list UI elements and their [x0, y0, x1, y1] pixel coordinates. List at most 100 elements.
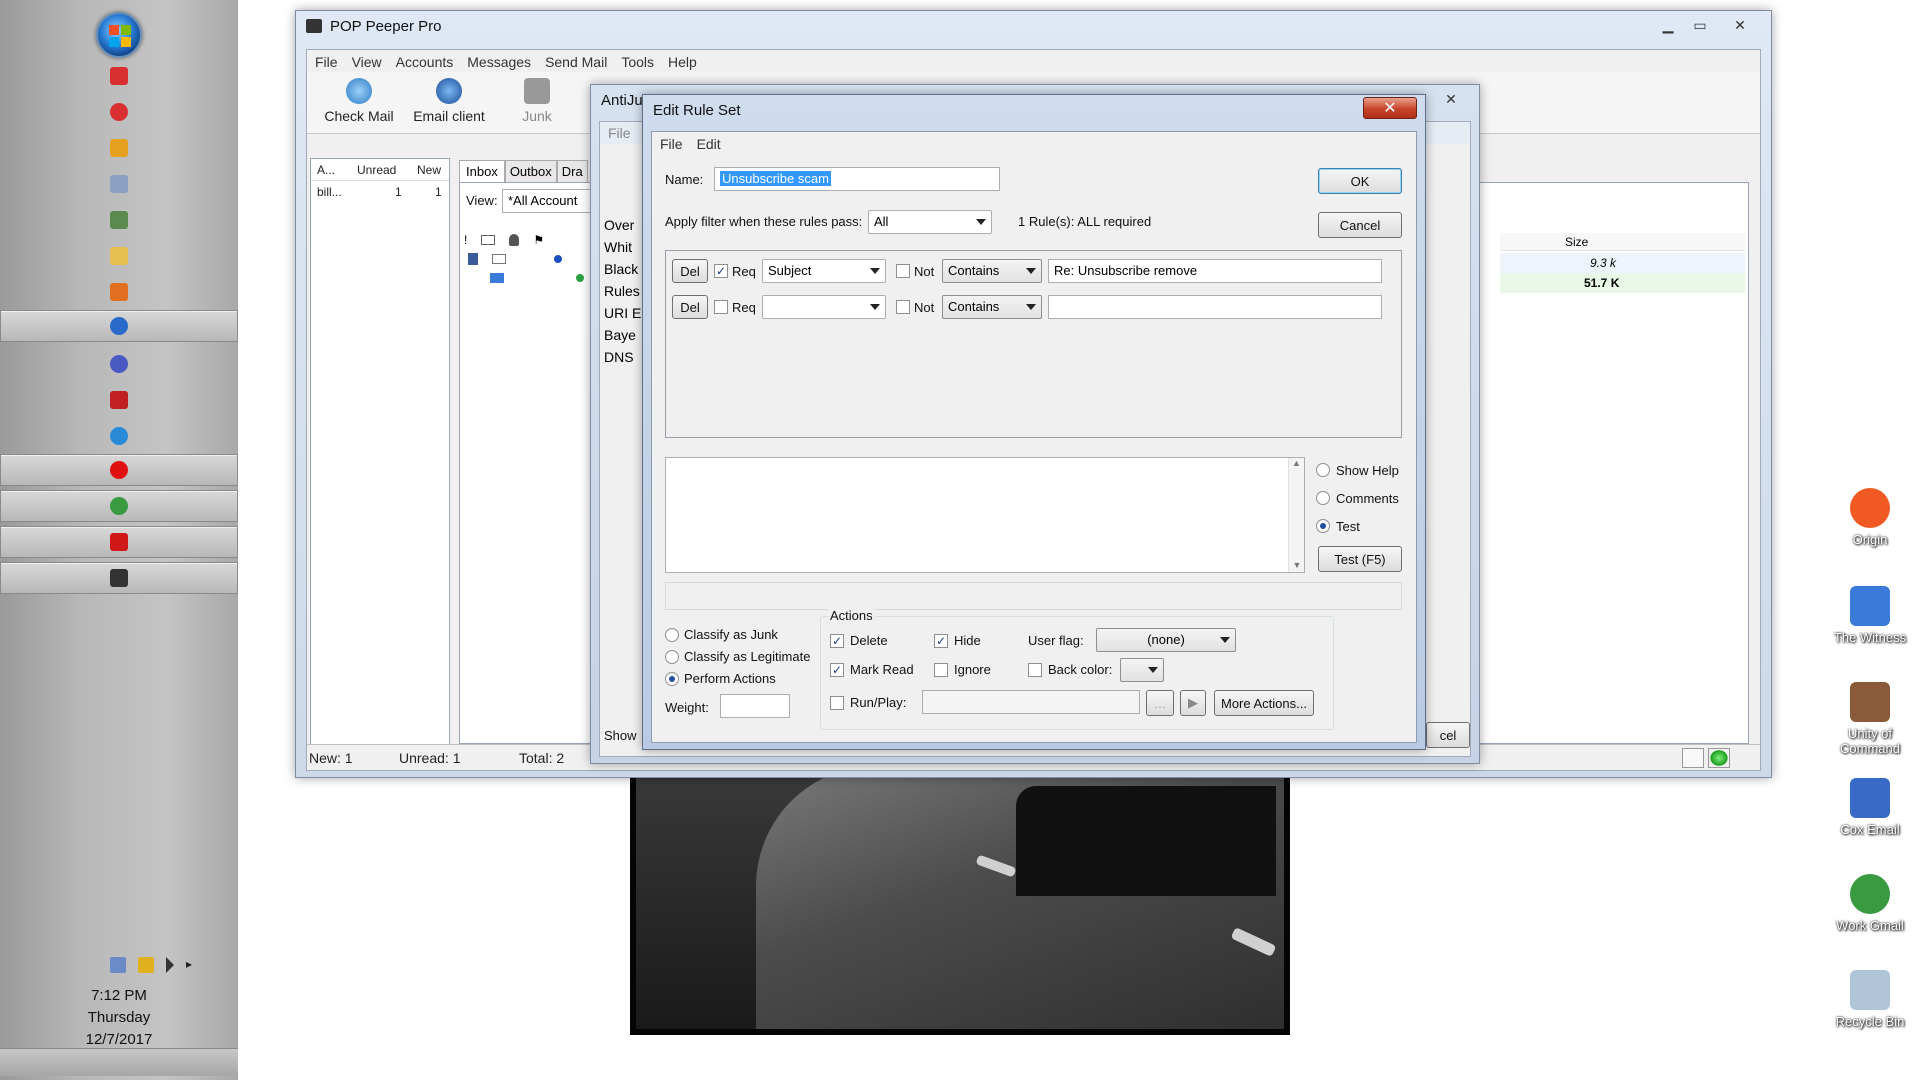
menu-tools[interactable]: Tools	[621, 54, 654, 70]
antijunk-category-item[interactable]: Baye	[604, 324, 644, 346]
menu-accounts[interactable]: Accounts	[396, 54, 454, 70]
account-row[interactable]: bill... 1 1	[311, 181, 449, 203]
desktop-icon-recycle-bin[interactable]: Recycle Bin	[1820, 970, 1920, 1029]
taskbar-item-folder[interactable]	[0, 240, 238, 272]
run-play-input[interactable]	[922, 690, 1140, 714]
rule-req-checkbox[interactable]	[714, 300, 728, 314]
start-button[interactable]	[96, 12, 142, 58]
taskbar-item-opera[interactable]	[0, 454, 238, 486]
minimize-button[interactable]: ▁	[1653, 15, 1683, 35]
antijunk-category-item[interactable]: Black	[604, 258, 644, 280]
back-color-checkbox[interactable]	[1028, 663, 1042, 677]
edit-menu-edit[interactable]: Edit	[697, 136, 721, 152]
rule-field-select[interactable]	[762, 295, 886, 319]
connection-status-icon[interactable]	[1708, 748, 1730, 768]
email-client-button[interactable]: Email client	[407, 78, 491, 124]
clock[interactable]: 7:12 PM Thursday 12/7/2017	[60, 985, 178, 1051]
taskbar-item-media[interactable]	[0, 276, 238, 308]
show-help-radio[interactable]	[1316, 463, 1330, 477]
taskbar-item-shield[interactable]	[0, 96, 238, 128]
unread-col-header[interactable]: Unread	[357, 163, 396, 177]
apply-filter-select[interactable]: All	[868, 210, 992, 234]
taskbar-item-help[interactable]	[0, 348, 238, 380]
perform-actions-radio[interactable]	[665, 672, 679, 686]
classify-junk-radio[interactable]	[665, 628, 679, 642]
antijunk-category-item[interactable]: URI E	[604, 302, 644, 324]
menu-send-mail[interactable]: Send Mail	[545, 54, 607, 70]
junk-button[interactable]: Junk	[517, 78, 557, 124]
message-row-2[interactable]	[490, 273, 584, 283]
new-col-header[interactable]: New	[417, 163, 441, 177]
rule-req-checkbox[interactable]: ✓	[714, 264, 728, 278]
person-icon[interactable]	[509, 234, 520, 246]
run-play-checkbox[interactable]	[830, 696, 844, 710]
help-scrollbar[interactable]: ▲ ▼	[1288, 458, 1304, 572]
ok-button[interactable]: OK	[1318, 168, 1402, 194]
show-desktop-button[interactable]	[0, 1048, 238, 1076]
tray-expand-icon[interactable]: ▸	[186, 957, 202, 973]
more-actions-button[interactable]: More Actions...	[1214, 690, 1314, 716]
delete-checkbox[interactable]: ✓	[830, 634, 844, 648]
flag-icon[interactable]: ⚑	[533, 233, 544, 247]
dialog-close-button[interactable]: ✕	[1363, 97, 1417, 119]
antijunk-cancel-button[interactable]: cel	[1426, 722, 1470, 748]
classify-legit-radio[interactable]	[665, 650, 679, 664]
hide-checkbox[interactable]: ✓	[934, 634, 948, 648]
taskbar-item-pop-peeper[interactable]	[0, 562, 238, 594]
rule-value-input[interactable]	[1048, 295, 1382, 319]
edit-titlebar[interactable]: Edit Rule Set	[643, 95, 1425, 125]
envelope-icon[interactable]	[481, 235, 496, 245]
desktop-icon-origin[interactable]: Origin	[1820, 488, 1920, 547]
desktop-icon-work-gmail[interactable]: Work Gmail	[1820, 874, 1920, 933]
view-select[interactable]: *All Account	[502, 189, 592, 213]
mark-read-checkbox[interactable]: ✓	[830, 663, 844, 677]
test-radio[interactable]	[1316, 519, 1330, 533]
browse-button[interactable]: …	[1146, 690, 1174, 716]
check-mail-button[interactable]: Check Mail	[321, 78, 397, 124]
menu-help[interactable]: Help	[668, 54, 697, 70]
account-col-header[interactable]: A...	[317, 163, 335, 177]
menu-messages[interactable]: Messages	[467, 54, 531, 70]
taskbar-item-pdf[interactable]	[0, 384, 238, 416]
taskbar-item-chart[interactable]	[0, 132, 238, 164]
name-input[interactable]: Unsubscribe scam	[714, 167, 1000, 191]
antijunk-category-item[interactable]: Whit	[604, 236, 644, 258]
rule-delete-button[interactable]: Del	[672, 295, 708, 319]
network-icon[interactable]	[110, 957, 126, 973]
lock-icon[interactable]	[1682, 748, 1704, 768]
taskbar-item-document[interactable]	[0, 168, 238, 200]
taskbar-item-network[interactable]	[0, 204, 238, 236]
priority-icon[interactable]: !	[464, 233, 467, 247]
tab-drafts[interactable]: Dra	[556, 160, 588, 183]
edit-menu-file[interactable]: File	[660, 136, 683, 152]
maximize-button[interactable]: ▭	[1685, 15, 1715, 35]
tab-outbox[interactable]: Outbox	[504, 160, 557, 183]
warning-flag-icon[interactable]	[138, 957, 154, 973]
comments-radio[interactable]	[1316, 491, 1330, 505]
menu-view[interactable]: View	[352, 54, 382, 70]
rule-field-select[interactable]: Subject	[762, 259, 886, 283]
message-row-1[interactable]	[468, 253, 562, 265]
weight-input[interactable]	[720, 694, 790, 718]
rule-delete-button[interactable]: Del	[672, 259, 708, 283]
main-titlebar[interactable]: POP Peeper Pro	[296, 11, 1771, 41]
desktop-icon-the-witness[interactable]: The Witness	[1820, 586, 1920, 645]
taskbar-item-maple-leaf[interactable]	[0, 526, 238, 558]
rule-value-input[interactable]: Re: Unsubscribe remove	[1048, 259, 1382, 283]
rule-not-checkbox[interactable]	[896, 300, 910, 314]
close-button[interactable]: ✕	[1717, 15, 1763, 35]
help-text-area[interactable]: ▲ ▼	[665, 457, 1305, 573]
antijunk-category-item[interactable]: Over	[604, 214, 644, 236]
rule-operator-select[interactable]: Contains	[942, 295, 1042, 319]
play-button[interactable]: ▶	[1180, 690, 1206, 716]
taskbar-item-x-circle[interactable]	[0, 60, 238, 92]
taskbar-item-chrome[interactable]	[0, 490, 238, 522]
volume-icon[interactable]	[166, 957, 174, 973]
test-button[interactable]: Test (F5)	[1318, 546, 1402, 572]
desktop-icon-unity-of-command[interactable]: Unity of Command	[1820, 682, 1920, 756]
user-flag-select[interactable]: (none)	[1096, 628, 1236, 652]
desktop-icon-cox-email[interactable]: Cox Email	[1820, 778, 1920, 837]
tab-inbox[interactable]: Inbox	[459, 160, 505, 183]
menu-file[interactable]: File	[315, 54, 338, 70]
antijunk-close-button[interactable]: ✕	[1431, 89, 1471, 109]
